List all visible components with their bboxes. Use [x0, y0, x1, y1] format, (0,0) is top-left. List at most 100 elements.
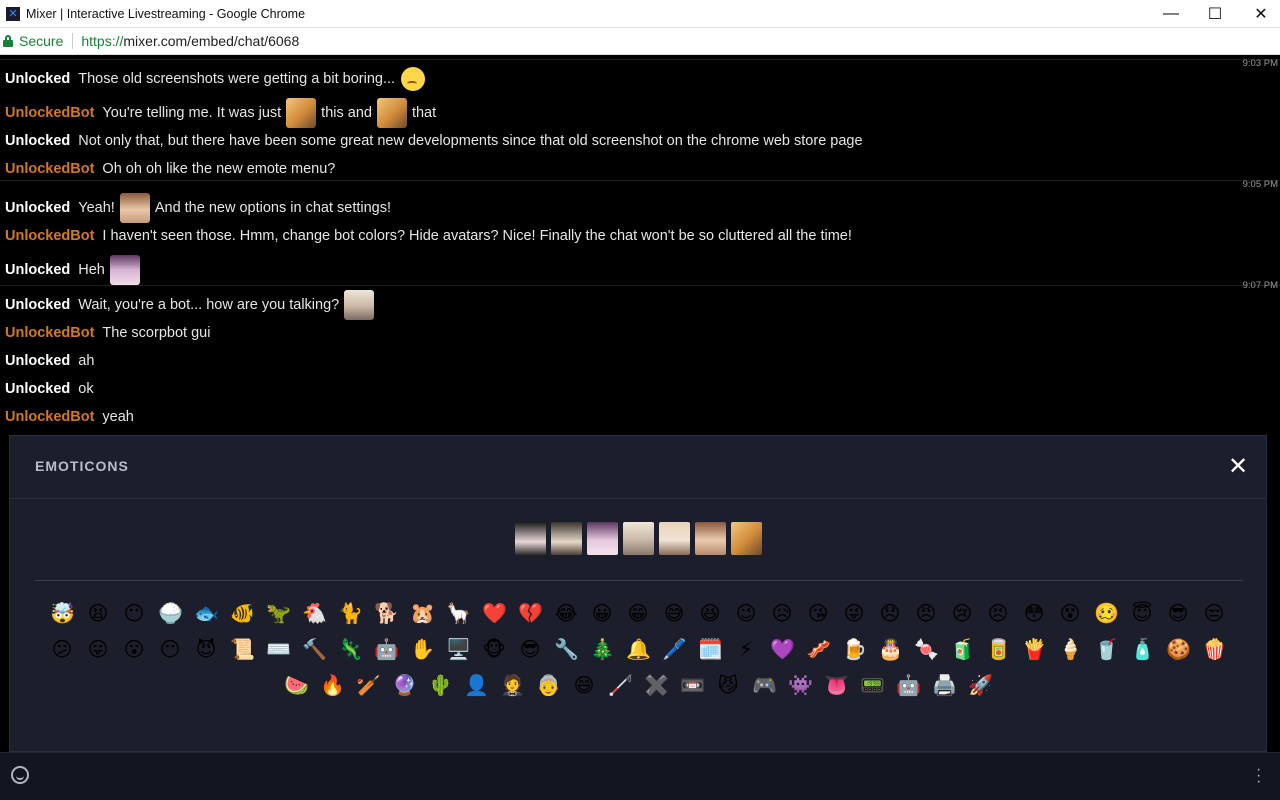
emote-icon[interactable]: 😵: [1058, 602, 1082, 626]
emote-icon[interactable]: 😒: [1202, 602, 1226, 626]
channel-emote-icon[interactable]: [658, 522, 690, 555]
emote-icon[interactable]: 🐔: [302, 602, 327, 626]
emote-icon[interactable]: 😅: [662, 602, 686, 626]
emote-icon[interactable]: 😥: [770, 602, 794, 626]
emote-icon[interactable]: 🍉: [284, 674, 309, 698]
emote-icon[interactable]: 🥤: [1094, 638, 1119, 662]
emote-icon[interactable]: 😶: [158, 638, 182, 662]
emote-icon[interactable]: 🦎: [338, 638, 363, 662]
emote-icon[interactable]: 😮: [122, 638, 146, 662]
emote-icon[interactable]: 😆: [698, 602, 722, 626]
emote-icon[interactable]: 🚀: [968, 674, 993, 698]
emote-icon[interactable]: 🐹: [410, 602, 435, 626]
emote-icon[interactable]: 👵: [536, 674, 561, 698]
emote-icon[interactable]: 🧃: [950, 638, 975, 662]
emote-icon[interactable]: 💜: [770, 638, 795, 662]
emote-icon[interactable]: 😁: [626, 602, 650, 626]
emote-icon[interactable]: 🐟: [194, 602, 219, 626]
emote-icon[interactable]: 😢: [950, 602, 974, 626]
emote-icon[interactable]: 😣: [986, 602, 1010, 626]
emote-icon[interactable]: 🔮: [392, 674, 417, 698]
emote-icon[interactable]: 😛: [86, 638, 110, 662]
emote-icon[interactable]: ⚡: [734, 638, 758, 662]
emote-icon[interactable]: 🥫: [986, 638, 1011, 662]
emote-icon[interactable]: 😎: [1166, 602, 1190, 626]
emote-icon[interactable]: 🤖: [374, 638, 399, 662]
emote-icon[interactable]: 🎄: [590, 638, 615, 662]
emote-icon[interactable]: 👤: [464, 674, 489, 698]
channel-emote-icon[interactable]: [514, 522, 546, 555]
emote-icon[interactable]: 😜: [842, 602, 866, 626]
emote-icon[interactable]: 👅: [824, 674, 849, 698]
emote-icon[interactable]: 🧴: [1130, 638, 1155, 662]
emote-icon[interactable]: 😀: [590, 602, 614, 626]
emote-icon[interactable]: 😇: [1130, 602, 1154, 626]
emote-icon[interactable]: 🐈: [338, 602, 363, 626]
emote-icon[interactable]: 📜: [230, 638, 255, 662]
emote-icon[interactable]: 🦖: [266, 602, 291, 626]
chat-input-bar[interactable]: · · ·: [0, 752, 1280, 800]
emote-icon[interactable]: 😄: [572, 674, 596, 698]
emote-icon[interactable]: 🍬: [914, 638, 939, 662]
emote-icon[interactable]: 🤵: [500, 674, 525, 698]
emote-icon[interactable]: 🖨️: [932, 674, 957, 698]
username[interactable]: Unlocked: [5, 262, 70, 278]
minimize-button[interactable]: —: [1148, 0, 1194, 28]
more-options-icon[interactable]: · · ·: [1256, 762, 1262, 790]
emote-icon[interactable]: 😼: [716, 674, 740, 698]
channel-emote-icon[interactable]: [694, 522, 726, 555]
emote-icon[interactable]: 🍦: [1058, 638, 1083, 662]
username[interactable]: Unlocked: [5, 133, 70, 149]
emote-icon[interactable]: 🦯: [608, 674, 633, 698]
emote-icon[interactable]: 🔧: [554, 638, 579, 662]
emote-icon[interactable]: 😠: [914, 602, 938, 626]
emote-icon[interactable]: 🌵: [428, 674, 453, 698]
channel-emote-icon[interactable]: [586, 522, 618, 555]
emote-icon[interactable]: 🖊️: [662, 638, 687, 662]
emote-icon[interactable]: 🍺: [842, 638, 867, 662]
url-text[interactable]: https://mixer.com/embed/chat/6068: [81, 33, 299, 49]
username[interactable]: UnlockedBot: [5, 228, 94, 244]
emote-icon[interactable]: 🏏: [356, 674, 381, 698]
emote-icon[interactable]: 🤯: [50, 602, 75, 626]
emote-icon[interactable]: 😈: [194, 638, 218, 662]
emote-icon[interactable]: 👾: [788, 674, 813, 698]
close-icon[interactable]: ✕: [1227, 455, 1249, 479]
emote-icon[interactable]: 🤖: [896, 674, 921, 698]
maximize-button[interactable]: ☐: [1192, 0, 1238, 28]
username[interactable]: Unlocked: [5, 353, 70, 369]
username[interactable]: UnlockedBot: [5, 105, 94, 121]
emote-icon[interactable]: ✋: [410, 638, 435, 662]
emote-icon[interactable]: 🥴: [1094, 602, 1119, 626]
address-bar[interactable]: Secure https://mixer.com/embed/chat/6068: [0, 28, 1280, 55]
username[interactable]: Unlocked: [5, 200, 70, 216]
emote-icon[interactable]: ⌨️: [266, 638, 291, 662]
emote-icon[interactable]: 🎮: [752, 674, 777, 698]
emote-icon[interactable]: 🔨: [302, 638, 327, 662]
username[interactable]: Unlocked: [5, 71, 70, 87]
emote-icon[interactable]: 🐵: [482, 638, 506, 662]
username[interactable]: Unlocked: [5, 381, 70, 397]
emote-icon[interactable]: 🐕: [374, 602, 399, 626]
close-window-button[interactable]: ✕: [1238, 0, 1280, 28]
emote-icon[interactable]: 🐠: [230, 602, 255, 626]
channel-emote-icon[interactable]: [550, 522, 582, 555]
emote-icon[interactable]: 😂: [554, 602, 578, 626]
emote-icon[interactable]: 🥓: [806, 638, 831, 662]
emote-icon[interactable]: 😞: [878, 602, 902, 626]
emote-icon[interactable]: 😘: [806, 602, 830, 626]
emote-icon[interactable]: 🔔: [626, 638, 651, 662]
channel-emote-icon[interactable]: [730, 522, 762, 555]
emote-menu-smiley-icon[interactable]: [11, 766, 29, 784]
emote-icon[interactable]: 🖥️: [446, 638, 471, 662]
emote-icon[interactable]: 🔥: [320, 674, 345, 698]
emote-icon[interactable]: 😎: [518, 638, 542, 662]
emote-icon[interactable]: ❤️: [482, 602, 507, 626]
emote-icon[interactable]: 🍿: [1202, 638, 1227, 662]
username[interactable]: Unlocked: [5, 297, 70, 313]
emote-icon[interactable]: 🦙: [446, 602, 471, 626]
emote-icon[interactable]: 📟: [860, 674, 885, 698]
channel-emote-icon[interactable]: [622, 522, 654, 555]
emote-icon[interactable]: 🎂: [878, 638, 903, 662]
emote-icon[interactable]: 💔: [518, 602, 543, 626]
